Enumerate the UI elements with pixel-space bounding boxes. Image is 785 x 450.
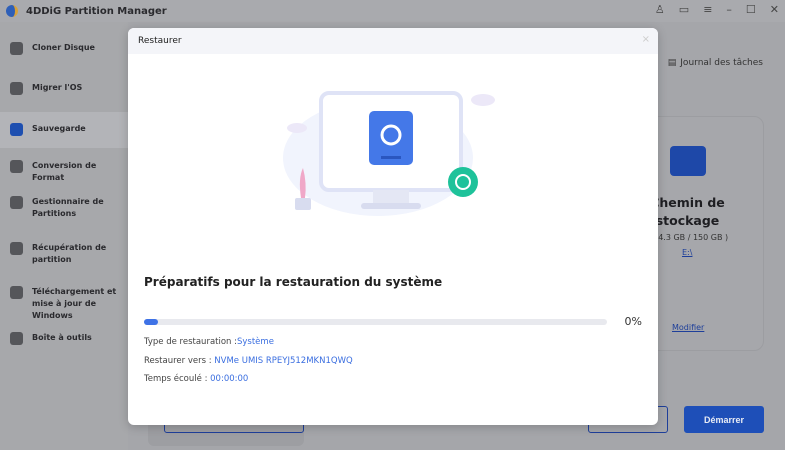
sidebar: Cloner Disque Migrer l'OS Sauvegarde Con… [0, 28, 128, 364]
download-icon [10, 286, 23, 299]
folder-icon [670, 146, 706, 176]
restore-dialog: Restaurer × Préparatifs pour la restaura… [128, 28, 658, 425]
backup-icon [10, 123, 23, 136]
progress-bar [144, 319, 607, 325]
close-icon[interactable]: ✕ [770, 3, 779, 16]
clone-disk-icon [10, 42, 23, 55]
sidebar-item-label: Migrer l'OS [32, 83, 83, 92]
dialog-heading: Préparatifs pour la restauration du syst… [144, 275, 443, 289]
sidebar-item-cloner-disque[interactable]: Cloner Disque [0, 28, 128, 68]
menu-icon[interactable]: ≡ [703, 3, 712, 16]
sidebar-item-partitions[interactable]: Gestionnaire de Partitions [0, 186, 128, 232]
sidebar-item-label: Récupération de partition [32, 243, 107, 264]
start-button[interactable]: Démarrer [684, 406, 764, 433]
sidebar-item-label: Gestionnaire de Partitions [32, 197, 104, 218]
title-bar: 4DDiG Partition Manager ♙ ▭ ≡ – ☐ ✕ [0, 0, 785, 22]
convert-icon [10, 160, 23, 173]
progress-fill [144, 319, 158, 325]
minimize-icon[interactable]: – [726, 3, 732, 16]
dialog-title: Restaurer [138, 36, 182, 46]
modify-link[interactable]: Modifier [672, 323, 704, 332]
toolbox-icon [10, 332, 23, 345]
sidebar-item-conversion[interactable]: Conversion de Format [0, 148, 128, 186]
elapsed-time-row: Temps écoulé : 00:00:00 [144, 374, 248, 384]
restore-target-value: NVMe UMIS RPEYJ512MKN1QWQ [214, 356, 353, 366]
sidebar-item-label: Sauvegarde [32, 124, 86, 133]
dialog-header: Restaurer × [128, 28, 658, 54]
sidebar-item-boite-outils[interactable]: Boîte à outils [0, 324, 128, 364]
progress-percent: 0% [624, 315, 642, 328]
elapsed-time-label: Temps écoulé : [144, 374, 211, 384]
storage-size: (64.3 GB / 150 GB ) [650, 233, 729, 242]
sidebar-item-label: Téléchargement et mise à jour de Windows [32, 287, 117, 320]
journal-label: Journal des tâches [680, 58, 763, 68]
feedback-icon[interactable]: ▭ [679, 3, 689, 16]
restore-badge-icon [448, 167, 478, 197]
restore-type-value: Système [237, 337, 274, 347]
sidebar-item-sauvegarde[interactable]: Sauvegarde [0, 112, 128, 148]
app-title: 4DDiG Partition Manager [26, 5, 167, 17]
restore-type-label: Type de restauration : [144, 337, 237, 347]
restore-target-label: Restaurer vers : [144, 356, 215, 366]
restore-type-row: Type de restauration :Système [144, 337, 274, 347]
sidebar-item-label: Conversion de Format [32, 161, 97, 182]
restore-target-row: Restaurer vers : NVMe UMIS RPEYJ512MKN1Q… [144, 356, 353, 366]
sidebar-item-migrer-os[interactable]: Migrer l'OS [0, 68, 128, 108]
migrate-os-icon [10, 82, 23, 95]
sidebar-item-telechargement[interactable]: Téléchargement et mise à jour de Windows [0, 278, 128, 324]
sidebar-item-label: Boîte à outils [32, 333, 92, 342]
sidebar-item-label: Cloner Disque [32, 43, 95, 52]
restore-illustration [283, 91, 495, 216]
maximize-icon[interactable]: ☐ [746, 3, 756, 16]
task-journal-button[interactable]: ▤ Journal des tâches [668, 58, 763, 68]
recovery-icon [10, 242, 23, 255]
dialog-close-icon[interactable]: × [642, 34, 650, 45]
journal-icon: ▤ [667, 58, 677, 68]
storage-path-link[interactable]: E:\ [682, 248, 692, 257]
app-logo-icon [6, 5, 18, 17]
partition-icon [10, 196, 23, 209]
user-icon[interactable]: ♙ [655, 3, 665, 16]
elapsed-time-value: 00:00:00 [210, 374, 249, 384]
sidebar-item-recuperation[interactable]: Récupération de partition [0, 232, 128, 278]
